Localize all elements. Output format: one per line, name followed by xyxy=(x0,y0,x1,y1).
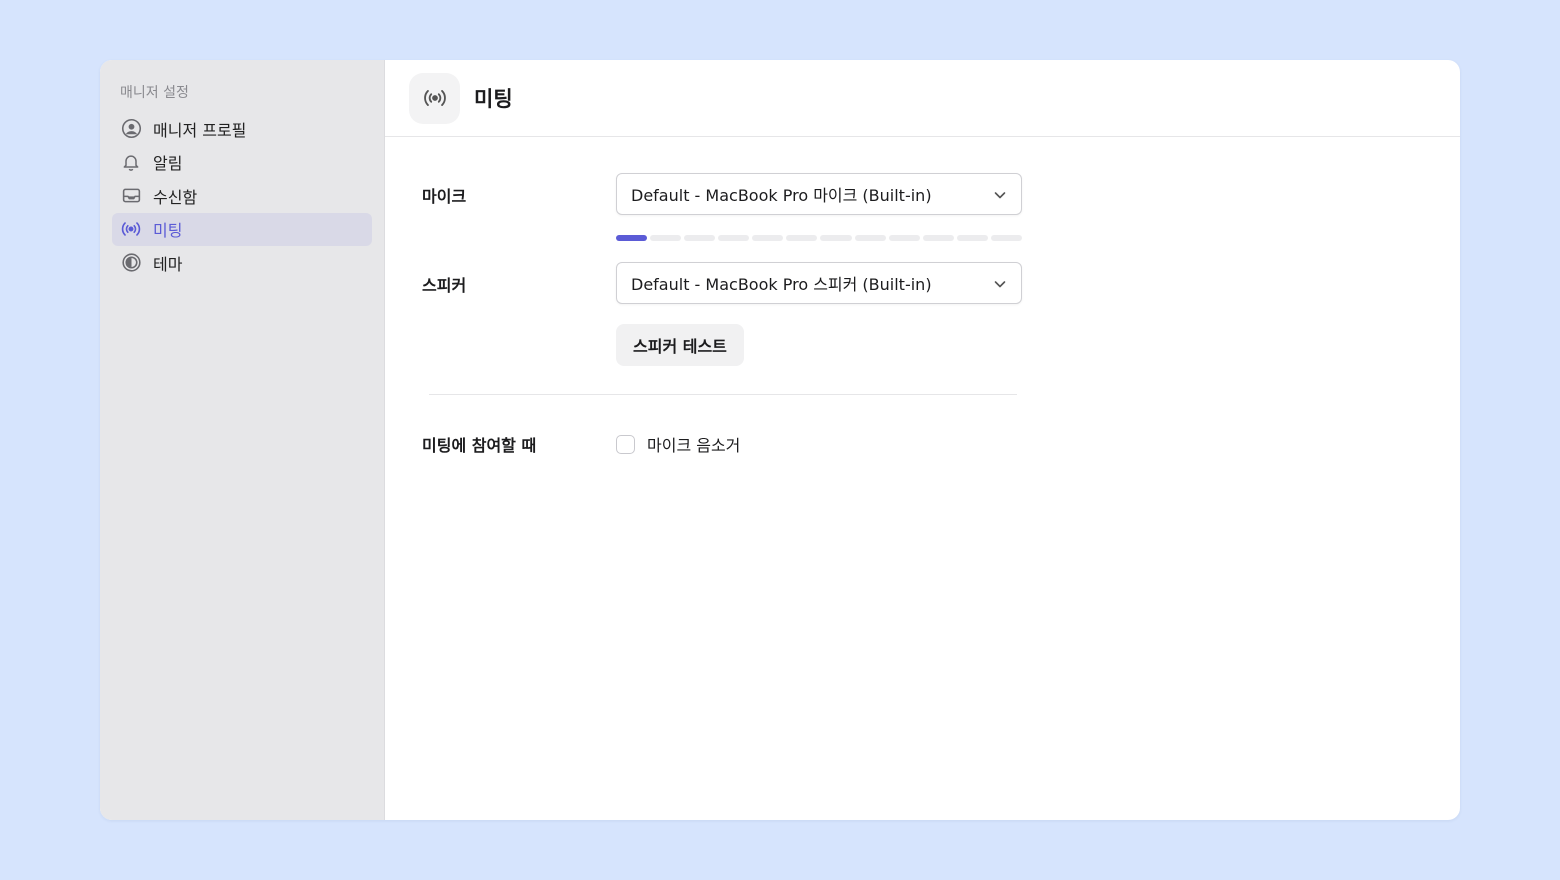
user-circle-icon xyxy=(120,118,142,140)
sidebar: 매니저 설정 매니저 프로필 알림 수신함 미팅 테마 xyxy=(100,60,385,820)
mic-select[interactable]: Default - MacBook Pro 마이크 (Built-in) xyxy=(616,173,1022,215)
speaker-select[interactable]: Default - MacBook Pro 스피커 (Built-in) xyxy=(616,262,1022,304)
bell-icon xyxy=(120,151,142,173)
contrast-icon xyxy=(120,252,142,274)
sidebar-item-label: 미팅 xyxy=(153,221,183,240)
speaker-label: 스피커 xyxy=(422,276,467,295)
sidebar-item-label: 테마 xyxy=(153,254,183,274)
sidebar-item-theme[interactable]: 테마 xyxy=(112,246,372,279)
sidebar-item-label: 매니저 프로필 xyxy=(153,120,247,140)
meter-segment-active xyxy=(616,235,648,241)
sidebar-item-notifications[interactable]: 알림 xyxy=(112,146,372,179)
chevron-down-icon xyxy=(993,276,1007,295)
section-divider xyxy=(429,394,1017,395)
chevron-down-icon xyxy=(993,187,1007,206)
page-title: 미팅 xyxy=(474,87,513,111)
mic-label: 마이크 xyxy=(422,187,467,206)
mic-level-meter xyxy=(616,235,1022,241)
sidebar-item-label: 수신함 xyxy=(153,187,198,207)
mute-mic-option[interactable]: 마이크 음소거 xyxy=(616,432,740,456)
settings-window: 매니저 설정 매니저 프로필 알림 수신함 미팅 테마 미팅 마이크 Defau… xyxy=(100,60,1460,820)
sidebar-item-inbox[interactable]: 수신함 xyxy=(112,179,372,212)
broadcast-icon xyxy=(409,72,460,124)
mute-mic-checkbox[interactable] xyxy=(616,434,635,454)
meter-segment xyxy=(650,235,682,241)
sidebar-heading: 매니저 설정 xyxy=(120,85,189,101)
meter-segment xyxy=(752,235,784,241)
meter-segment xyxy=(820,235,852,241)
speaker-test-button[interactable]: 스피커 테스트 xyxy=(616,324,744,366)
meter-segment xyxy=(956,235,988,241)
sidebar-item-manager-profile[interactable]: 매니저 프로필 xyxy=(112,112,372,145)
speaker-select-value: Default - MacBook Pro 스피커 (Built-in) xyxy=(631,275,932,294)
inbox-icon xyxy=(120,185,142,207)
sidebar-item-label: 알림 xyxy=(153,154,183,173)
sidebar-item-meeting[interactable]: 미팅 xyxy=(112,212,372,246)
main-panel: 미팅 마이크 Default - MacBook Pro 마이크 (Built-… xyxy=(385,60,1460,820)
meter-segment xyxy=(718,235,750,241)
mute-mic-label: 마이크 음소거 xyxy=(647,436,741,455)
join-meeting-label: 미팅에 참여할 때 xyxy=(422,436,537,455)
meter-segment xyxy=(922,235,954,241)
mic-select-value: Default - MacBook Pro 마이크 (Built-in) xyxy=(631,186,932,205)
page-header: 미팅 xyxy=(385,60,1460,137)
meter-segment xyxy=(854,235,886,241)
meter-segment xyxy=(888,235,920,241)
meter-segment xyxy=(786,235,818,241)
meter-segment xyxy=(684,235,716,241)
broadcast-icon xyxy=(120,218,142,240)
meter-segment xyxy=(990,235,1022,241)
